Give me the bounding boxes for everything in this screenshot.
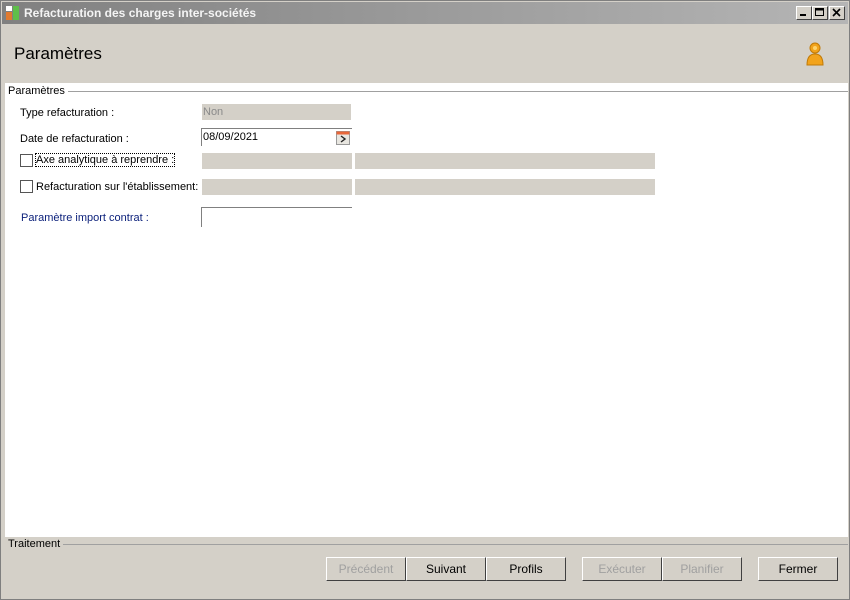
footer-panel: Traitement Précédent Suivant Profils Exé… [5, 538, 848, 598]
app-icon [6, 6, 19, 20]
axe-analytique-label[interactable]: Axe analytique à reprendre : [34, 153, 176, 167]
date-refacturation-label: Date de refacturation : [20, 133, 129, 145]
calendar-icon[interactable] [336, 131, 350, 145]
axe-analytique-code-field[interactable] [201, 152, 353, 170]
refacturation-etablissement-code-field[interactable] [201, 178, 353, 196]
parameters-panel: Paramètres Type refacturation : Non Date… [5, 83, 848, 537]
suivant-button[interactable]: Suivant [406, 557, 486, 581]
minimize-button[interactable] [796, 6, 812, 20]
close-icon [832, 8, 841, 17]
executer-button[interactable]: Exécuter [582, 557, 662, 581]
window-title: Refacturation des charges inter-sociétés [24, 6, 257, 20]
type-refacturation-field[interactable]: Non [201, 103, 352, 121]
footer-label: Traitement [8, 538, 64, 550]
refacturation-etablissement-label[interactable]: Refacturation sur l'établissement: [36, 181, 198, 193]
section-divider [8, 91, 848, 92]
type-refacturation-value: Non [203, 106, 224, 118]
date-refacturation-value: 08/09/2021 [203, 131, 259, 143]
date-refacturation-field[interactable]: 08/09/2021 [201, 128, 352, 146]
parametre-import-label: Paramètre import contrat : [21, 212, 149, 224]
planifier-button[interactable]: Planifier [662, 557, 742, 581]
refacturation-etablissement-description-field[interactable] [354, 178, 656, 196]
title-bar[interactable]: Refacturation des charges inter-sociétés [2, 2, 848, 24]
precedent-button[interactable]: Précédent [326, 557, 406, 581]
maximize-icon [815, 8, 824, 16]
refacturation-etablissement-checkbox[interactable] [20, 180, 33, 193]
maximize-button[interactable] [812, 6, 828, 20]
minimize-icon [800, 14, 806, 16]
type-refacturation-label: Type refacturation : [20, 107, 115, 119]
page-title: Paramètres [14, 44, 102, 63]
axe-analytique-description-field[interactable] [354, 152, 656, 170]
section-label: Paramètres [8, 85, 68, 97]
user-icon[interactable] [803, 41, 827, 69]
profils-button[interactable]: Profils [486, 557, 566, 581]
footer-divider [8, 544, 848, 545]
page-header: Paramètres [5, 25, 845, 83]
app-window: Refacturation des charges inter-sociétés… [0, 0, 850, 600]
axe-analytique-checkbox[interactable] [20, 154, 33, 167]
fermer-button[interactable]: Fermer [758, 557, 838, 581]
close-window-button[interactable] [829, 6, 845, 20]
parametre-import-field[interactable] [201, 207, 352, 227]
